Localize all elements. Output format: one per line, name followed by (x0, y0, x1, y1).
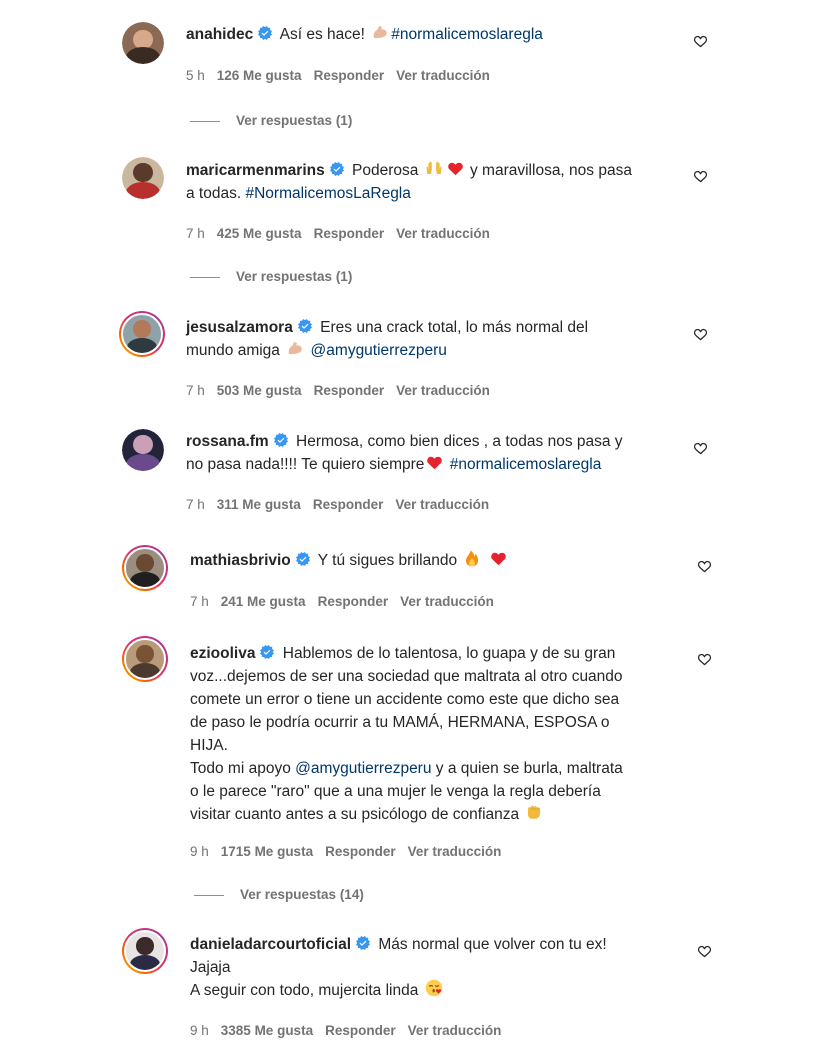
heart-outline-icon[interactable] (697, 944, 712, 959)
heart-outline-icon[interactable] (697, 652, 712, 667)
username[interactable]: rossana.fm (186, 433, 269, 450)
comment-text: jesusalzamora Eres una crack total, lo m… (186, 319, 589, 359)
mention-link[interactable]: @amygutierrezperu (311, 342, 447, 359)
verified-badge-icon (356, 936, 370, 950)
timestamp: 5 h (186, 68, 205, 83)
comment-meta: 9 h 3385 Me gusta Responder Ver traducción (190, 1023, 513, 1038)
verified-badge-icon (274, 433, 288, 447)
fire-icon (463, 549, 481, 567)
red-heart-icon (426, 454, 443, 471)
translate-button[interactable]: Ver traducción (408, 844, 502, 859)
username[interactable]: jesusalzamora (186, 319, 293, 336)
view-replies-button[interactable]: Ver respuestas (14) (194, 887, 364, 902)
comment-text: anahidec Así es hace! #normalicemoslareg… (186, 23, 666, 46)
translate-button[interactable]: Ver traducción (395, 497, 489, 512)
view-replies-button[interactable]: Ver respuestas (1) (190, 269, 352, 284)
reply-button[interactable]: Responder (314, 383, 385, 398)
raised-hands-icon (425, 159, 443, 177)
avatar[interactable] (122, 22, 164, 64)
comment-meta: 5 h 126 Me gusta Responder Ver traducción (186, 68, 502, 83)
comment-meta: 7 h 241 Me gusta Responder Ver traducción (190, 594, 506, 609)
verified-badge-icon (330, 162, 344, 176)
heart-outline-icon[interactable] (693, 169, 708, 184)
divider-line (190, 120, 220, 122)
avatar[interactable] (122, 636, 168, 682)
translate-button[interactable]: Ver traducción (400, 594, 494, 609)
heart-outline-icon[interactable] (693, 327, 708, 342)
avatar[interactable] (119, 311, 165, 357)
likes-count[interactable]: 503 Me gusta (217, 383, 302, 398)
hashtag-link[interactable]: #normalicemoslaregla (391, 26, 543, 43)
heart-outline-icon[interactable] (693, 441, 708, 456)
heart-outline-icon[interactable] (693, 34, 708, 49)
divider-line (194, 894, 224, 896)
avatar[interactable] (122, 429, 164, 471)
heart-outline-icon[interactable] (697, 559, 712, 574)
reply-button[interactable]: Responder (325, 1023, 396, 1038)
flexed-biceps-icon (286, 339, 304, 357)
reply-button[interactable]: Responder (313, 497, 384, 512)
reply-button[interactable]: Responder (314, 68, 385, 83)
translate-button[interactable]: Ver traducción (396, 383, 490, 398)
timestamp: 7 h (186, 226, 205, 241)
comment-meta: 7 h 503 Me gusta Responder Ver traducción (186, 383, 502, 398)
username[interactable]: maricarmenmarins (186, 162, 325, 179)
flexed-biceps-icon (371, 23, 389, 41)
translate-button[interactable]: Ver traducción (396, 226, 490, 241)
view-replies-button[interactable]: Ver respuestas (1) (190, 113, 352, 128)
verified-badge-icon (298, 319, 312, 333)
comment-text: mathiasbrivio Y tú sigues brillando (190, 549, 690, 572)
reply-button[interactable]: Responder (325, 844, 396, 859)
comment-meta: 7 h 311 Me gusta Responder Ver traducción (186, 497, 501, 512)
comment-text: maricarmenmarins Poderosa y maravillosa,… (186, 159, 686, 205)
avatar[interactable] (122, 545, 168, 591)
timestamp: 7 h (186, 497, 205, 512)
hashtag-link[interactable]: #NormalicemosLaRegla (245, 185, 410, 202)
translate-button[interactable]: Ver traducción (408, 1023, 502, 1038)
face-blowing-kiss-icon (425, 979, 443, 997)
likes-count[interactable]: 1715 Me gusta (221, 844, 313, 859)
hashtag-link[interactable]: #normalicemoslaregla (450, 456, 602, 473)
username[interactable]: anahidec (186, 26, 253, 43)
likes-count[interactable]: 425 Me gusta (217, 226, 302, 241)
verified-badge-icon (258, 26, 272, 40)
avatar[interactable] (122, 157, 164, 199)
comment-text: danieladarcourtoficial Más normal que vo… (190, 936, 607, 999)
reply-button[interactable]: Responder (314, 226, 385, 241)
timestamp: 7 h (190, 594, 209, 609)
translate-button[interactable]: Ver traducción (396, 68, 490, 83)
red-heart-icon (447, 160, 464, 177)
verified-badge-icon (296, 552, 310, 566)
divider-line (190, 276, 220, 278)
likes-count[interactable]: 311 Me gusta (217, 497, 301, 512)
timestamp: 7 h (186, 383, 205, 398)
comment-meta: 9 h 1715 Me gusta Responder Ver traducción (190, 844, 513, 859)
likes-count[interactable]: 241 Me gusta (221, 594, 306, 609)
red-heart-icon (490, 550, 507, 567)
comment-text: rossana.fm Hermosa, como bien dices , a … (186, 433, 623, 473)
likes-count[interactable]: 126 Me gusta (217, 68, 302, 83)
username[interactable]: danieladarcourtoficial (190, 936, 351, 953)
fist-icon (525, 803, 543, 821)
mention-link[interactable]: @amygutierrezperu (295, 760, 431, 777)
avatar[interactable] (122, 928, 168, 974)
username[interactable]: mathiasbrivio (190, 552, 291, 569)
username[interactable]: eziooliva (190, 645, 255, 662)
reply-button[interactable]: Responder (318, 594, 389, 609)
comment-text: eziooliva Hablemos de lo talentosa, lo g… (190, 645, 623, 823)
timestamp: 9 h (190, 1023, 209, 1038)
timestamp: 9 h (190, 844, 209, 859)
verified-badge-icon (260, 645, 274, 659)
comment-meta: 7 h 425 Me gusta Responder Ver traducción (186, 226, 502, 241)
likes-count[interactable]: 3385 Me gusta (221, 1023, 313, 1038)
